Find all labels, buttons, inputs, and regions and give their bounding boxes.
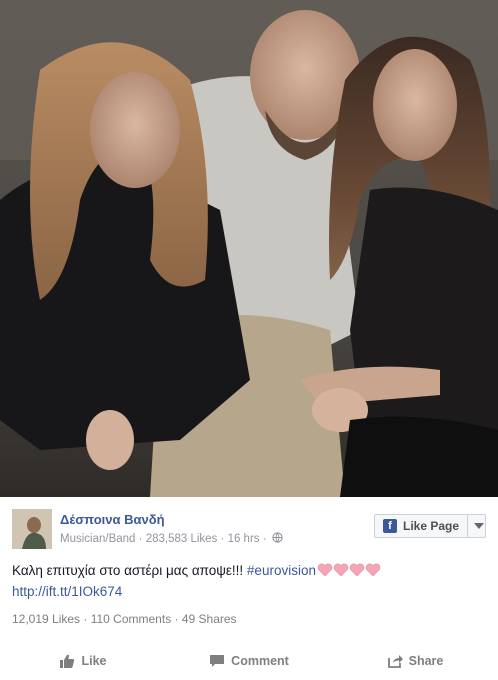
share-button[interactable]: Share: [332, 642, 498, 680]
post-card: Δέσποινα Βανδή Musician/Band · 283,583 L…: [0, 497, 498, 680]
page-avatar[interactable]: [12, 509, 52, 549]
meta-separator: ·: [138, 533, 143, 545]
post-url-link[interactable]: http://ift.tt/1IOk674: [12, 582, 486, 601]
comment-button[interactable]: Comment: [166, 642, 332, 680]
avatar-image: [12, 509, 52, 549]
share-label: Share: [408, 654, 444, 668]
facebook-icon: f: [383, 519, 397, 533]
page-name-link[interactable]: Δέσποινα Βανδή: [60, 512, 165, 527]
chevron-down-icon[interactable]: [474, 523, 485, 529]
comment-icon: [210, 655, 225, 667]
hashtag-link[interactable]: #eurovision: [247, 563, 316, 578]
meta-separator: ·: [220, 533, 225, 545]
share-icon: [387, 655, 403, 668]
globe-icon: [272, 532, 283, 543]
post-message: Καλη επιτυχία στο αστέρι μας αποψε!!! #e…: [12, 561, 486, 601]
comment-label: Comment: [231, 654, 289, 668]
post-engagement-stats[interactable]: 12,019 Likes · 110 Comments · 49 Shares: [12, 612, 237, 626]
post-timestamp[interactable]: 16 hrs: [228, 533, 260, 545]
meta-separator: ·: [262, 533, 267, 545]
post-photo[interactable]: [0, 0, 498, 497]
like-button[interactable]: Like: [0, 642, 166, 680]
like-page-label: Like Page: [403, 519, 460, 533]
page-category: Musician/Band: [60, 533, 136, 545]
photo-of-three-people: [0, 0, 498, 497]
heart-icon: [317, 563, 381, 577]
post-header: Δέσποινα Βανδή Musician/Band · 283,583 L…: [12, 509, 486, 549]
button-divider: [467, 514, 469, 538]
hearts-emoji: [317, 563, 381, 582]
like-icon: [60, 654, 75, 668]
post-meta: Musician/Band · 283,583 Likes · 16 hrs ·: [60, 532, 283, 545]
page-likes-count: 283,583 Likes: [145, 533, 218, 545]
like-page-button[interactable]: f Like Page: [374, 514, 486, 538]
post-text: Καλη επιτυχία στο αστέρι μας αποψε!!!: [12, 563, 247, 578]
post-actions: Like Comment Share: [0, 642, 498, 680]
like-label: Like: [81, 654, 107, 668]
